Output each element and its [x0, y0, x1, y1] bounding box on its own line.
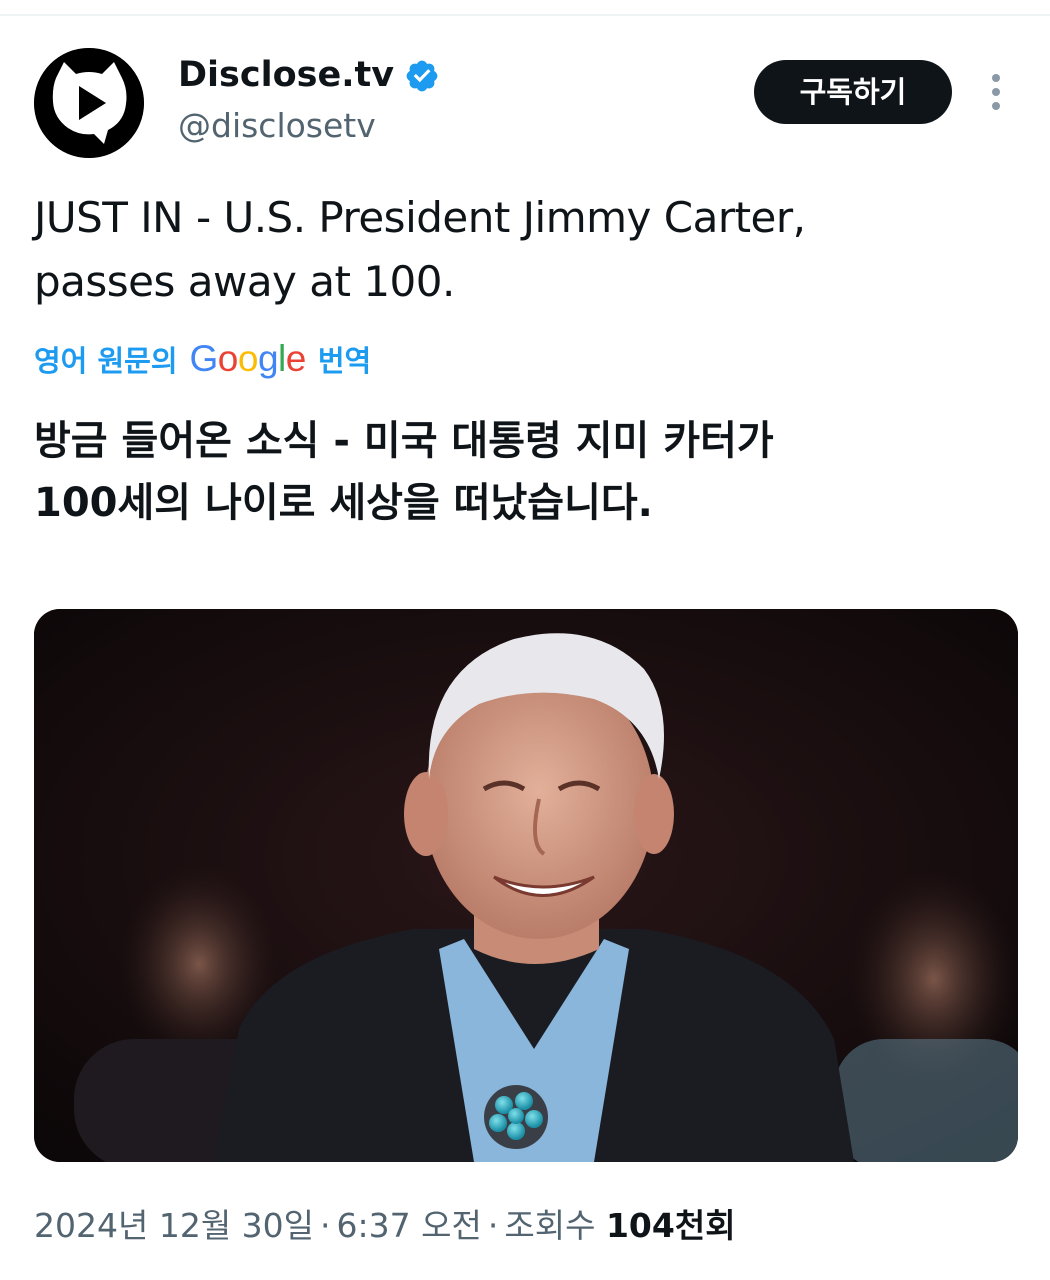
- tweet-meta: 2024년 12월 30일 · 6:37 오전 · 조회수 104천회: [34, 1198, 736, 1254]
- author-name[interactable]: Disclose.tv: [178, 52, 394, 98]
- views-label: 조회수: [504, 1206, 596, 1245]
- avatar[interactable]: [34, 48, 144, 158]
- tweet-text-line: passes away at 100.: [34, 257, 455, 306]
- meta-separator: ·: [487, 1206, 499, 1245]
- translate-label-prefix: 영어 원문의: [34, 344, 178, 378]
- translated-text-line: 100세의 나이로 세상을 떠났습니다.: [34, 480, 653, 526]
- tweet-time[interactable]: 6:37 오전: [337, 1206, 482, 1245]
- translated-text: 방금 들어온 소식 - 미국 대통령 지미 카터가 100세의 나이로 세상을 …: [34, 410, 1014, 534]
- tweet-date[interactable]: 2024년 12월 30일: [34, 1206, 314, 1245]
- verified-badge-icon: [406, 60, 438, 92]
- tweet-text: JUST IN - U.S. President Jimmy Carter, p…: [34, 186, 1014, 314]
- meta-separator: ·: [320, 1206, 331, 1245]
- subscribe-button[interactable]: 구독하기: [754, 60, 952, 124]
- views-count: 104천회: [605, 1206, 736, 1245]
- play-speech-bubble-icon: [34, 48, 144, 158]
- tweet-text-line: JUST IN - U.S. President Jimmy Carter,: [34, 193, 806, 242]
- translate-link[interactable]: 영어 원문의 Google 번역: [34, 334, 371, 384]
- google-logo: Google: [189, 338, 307, 379]
- translate-label-suffix: 번역: [317, 344, 372, 378]
- top-divider: [0, 14, 1050, 16]
- more-vertical-icon[interactable]: [978, 70, 1014, 116]
- tweet-photo[interactable]: [34, 609, 1018, 1162]
- translated-text-line: 방금 들어온 소식 - 미국 대통령 지미 카터가: [34, 418, 774, 464]
- author-handle[interactable]: @disclosetv: [178, 104, 376, 148]
